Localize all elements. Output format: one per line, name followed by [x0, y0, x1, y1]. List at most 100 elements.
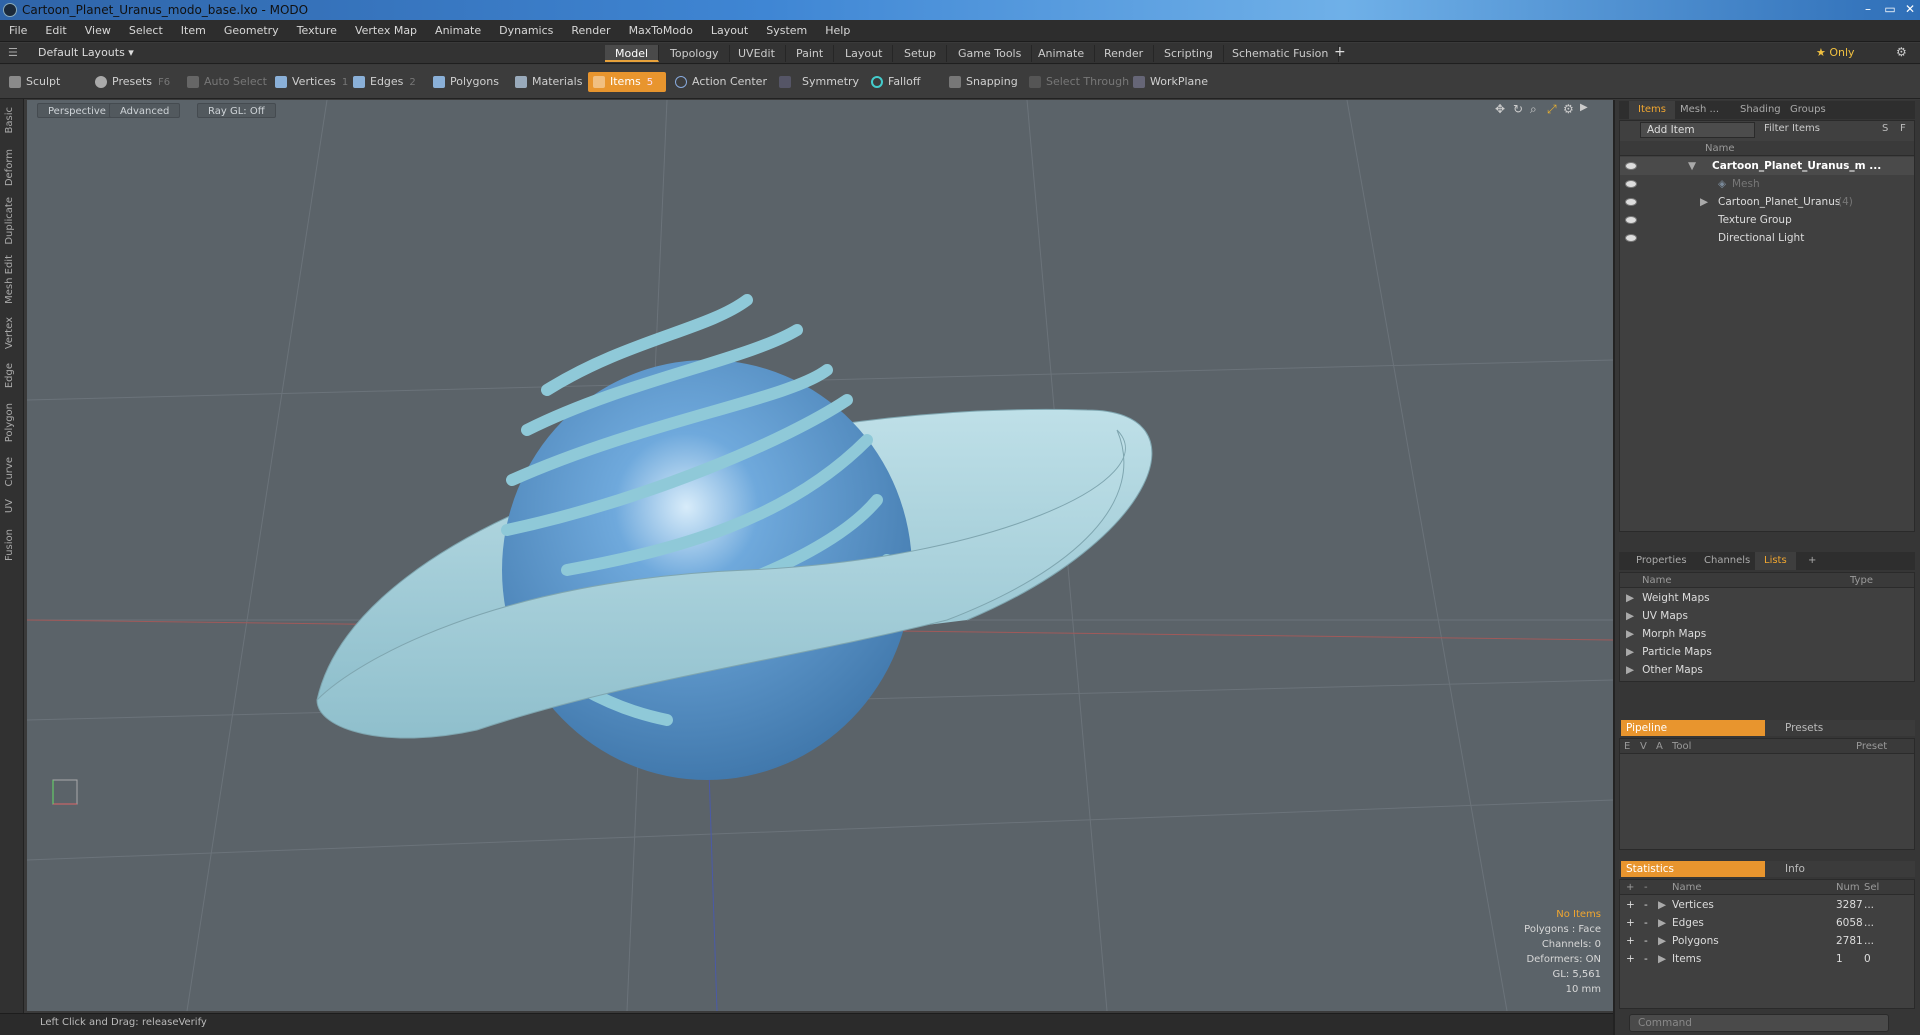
action-center-button[interactable]: Action Center: [670, 72, 773, 92]
menu-file[interactable]: File: [0, 20, 36, 42]
materials-button[interactable]: Materials: [510, 72, 588, 92]
expand-arrow-icon[interactable]: ▶: [1700, 193, 1708, 211]
tab-groups[interactable]: Groups: [1781, 101, 1835, 119]
stats-row-items[interactable]: + - ▶ Items 1 0: [1620, 950, 1914, 968]
item-row-uranus[interactable]: ▶ Cartoon_Planet_Uranus (4): [1620, 193, 1914, 211]
tab-presets[interactable]: Presets: [1765, 720, 1915, 736]
menu-maxtomodo[interactable]: MaxToModo: [620, 20, 702, 42]
symmetry-button[interactable]: Symmetry: [774, 72, 865, 92]
add-panel-tab-button[interactable]: +: [1799, 552, 1825, 570]
menu-render[interactable]: Render: [562, 20, 619, 42]
tab-schematic-fusion[interactable]: Schematic Fusion: [1222, 45, 1340, 62]
expand-arrow-icon[interactable]: ▶: [1626, 628, 1634, 640]
tab-scripting[interactable]: Scripting: [1154, 45, 1224, 62]
stats-add-button[interactable]: +: [1626, 932, 1635, 950]
default-layouts-dropdown[interactable]: Default Layouts ▾: [38, 46, 134, 59]
presets-button[interactable]: Presets F6: [90, 72, 176, 92]
vtab-duplicate[interactable]: Duplicate: [4, 197, 15, 245]
list-row-other-maps[interactable]: ▶ Other Maps: [1626, 661, 1703, 679]
tab-lists[interactable]: Lists: [1755, 552, 1796, 570]
tab-channels[interactable]: Channels: [1695, 552, 1759, 570]
tab-topology[interactable]: Topology: [660, 45, 730, 62]
vtab-polygon[interactable]: Polygon: [4, 403, 15, 442]
tab-info[interactable]: Info: [1765, 861, 1915, 877]
vtab-uv[interactable]: UV: [4, 499, 15, 513]
tab-render[interactable]: Render: [1094, 45, 1155, 62]
list-row-weight-maps[interactable]: ▶ Weight Maps: [1626, 589, 1710, 607]
filter-items-field[interactable]: Filter Items: [1760, 122, 1828, 138]
stats-add-button[interactable]: +: [1626, 914, 1635, 932]
vertices-button[interactable]: Vertices 1: [270, 72, 354, 92]
expand-arrow-icon[interactable]: ▶: [1658, 932, 1666, 950]
tab-properties[interactable]: Properties: [1627, 552, 1696, 570]
item-row-mesh[interactable]: ◈ Mesh: [1620, 175, 1914, 193]
tab-mesh[interactable]: Mesh ...: [1671, 101, 1728, 119]
viewport-pan-icon[interactable]: ✥: [1495, 102, 1505, 116]
vtab-vertex[interactable]: Vertex: [4, 317, 15, 349]
expand-arrow-icon[interactable]: ▶: [1626, 664, 1634, 676]
tab-game-tools[interactable]: Game Tools: [948, 45, 1033, 62]
add-item-button[interactable]: Add Item: [1640, 122, 1755, 138]
menu-item[interactable]: Item: [172, 20, 215, 42]
stats-row-vertices[interactable]: + - ▶ Vertices 3287 ...: [1620, 896, 1914, 914]
vtab-fusion[interactable]: Fusion: [4, 529, 15, 561]
tab-items[interactable]: Items: [1629, 101, 1675, 119]
3d-viewport[interactable]: No Items Polygons : Face Channels: 0 Def…: [27, 100, 1613, 1011]
add-tab-button[interactable]: +: [1334, 44, 1346, 60]
list-row-particle-maps[interactable]: ▶ Particle Maps: [1626, 643, 1712, 661]
edges-button[interactable]: Edges 2: [348, 72, 422, 92]
sculpt-button[interactable]: Sculpt: [4, 72, 66, 92]
visibility-eye-icon[interactable]: [1625, 216, 1637, 224]
menu-texture[interactable]: Texture: [288, 20, 346, 42]
tab-uvedit[interactable]: UVEdit: [728, 45, 786, 62]
menu-select[interactable]: Select: [120, 20, 172, 42]
list-row-uv-maps[interactable]: ▶ UV Maps: [1626, 607, 1688, 625]
item-row-texture-group[interactable]: Texture Group: [1620, 211, 1914, 229]
visibility-eye-icon[interactable]: [1625, 180, 1637, 188]
expand-arrow-icon[interactable]: ▶: [1658, 950, 1666, 968]
auto-select-button[interactable]: Auto Select: [182, 72, 273, 92]
menu-geometry[interactable]: Geometry: [215, 20, 288, 42]
only-toggle[interactable]: ★ Only: [1816, 46, 1855, 59]
expand-arrow-icon[interactable]: ▶: [1626, 646, 1634, 658]
viewport-shading-button[interactable]: Advanced: [109, 103, 181, 118]
stats-row-edges[interactable]: + - ▶ Edges 6058 ...: [1620, 914, 1914, 932]
tab-animate[interactable]: Animate: [1028, 45, 1096, 62]
viewport-raygl-button[interactable]: Ray GL: Off: [197, 103, 276, 118]
visibility-eye-icon[interactable]: [1625, 234, 1637, 242]
visibility-eye-icon[interactable]: [1625, 198, 1637, 206]
menu-animate[interactable]: Animate: [426, 20, 490, 42]
items-s-button[interactable]: S: [1882, 123, 1888, 134]
tab-paint[interactable]: Paint: [786, 45, 835, 62]
falloff-button[interactable]: Falloff: [866, 72, 926, 92]
vtab-basic[interactable]: Basic: [4, 107, 15, 133]
menu-edit[interactable]: Edit: [36, 20, 75, 42]
menu-system[interactable]: System: [757, 20, 816, 42]
menu-view[interactable]: View: [76, 20, 120, 42]
stats-remove-button[interactable]: -: [1644, 932, 1648, 950]
workplane-button[interactable]: WorkPlane: [1128, 72, 1214, 92]
expand-arrow-icon[interactable]: ▶: [1658, 896, 1666, 914]
viewport-settings-icon[interactable]: ⚙: [1563, 102, 1574, 116]
vtab-mesh-edit[interactable]: Mesh Edit: [4, 255, 15, 304]
vtab-curve[interactable]: Curve: [4, 457, 15, 487]
stats-add-button[interactable]: +: [1626, 896, 1635, 914]
expand-arrow-icon[interactable]: ▶: [1658, 914, 1666, 932]
vtab-edge[interactable]: Edge: [4, 363, 15, 388]
item-row-directional-light[interactable]: Directional Light: [1620, 229, 1914, 247]
viewport-perspective-button[interactable]: Perspective: [37, 103, 117, 118]
expand-arrow-icon[interactable]: ▼: [1688, 157, 1696, 175]
list-row-morph-maps[interactable]: ▶ Morph Maps: [1626, 625, 1706, 643]
menu-layout[interactable]: Layout: [702, 20, 757, 42]
select-through-button[interactable]: Select Through: [1024, 72, 1135, 92]
viewport-fit-icon[interactable]: ⤢: [1547, 102, 1557, 117]
viewport-zoom-icon[interactable]: ⌕: [1530, 102, 1537, 117]
viewport-more-icon[interactable]: ▶: [1580, 102, 1588, 113]
stats-remove-button[interactable]: -: [1644, 950, 1648, 968]
tab-model[interactable]: Model: [605, 45, 660, 62]
menu-dynamics[interactable]: Dynamics: [490, 20, 562, 42]
vtab-deform[interactable]: Deform: [4, 149, 15, 186]
stats-add-button[interactable]: +: [1626, 950, 1635, 968]
command-input[interactable]: Command: [1629, 1014, 1889, 1032]
item-row-scene[interactable]: ▼ Cartoon_Planet_Uranus_m ...: [1620, 157, 1914, 175]
